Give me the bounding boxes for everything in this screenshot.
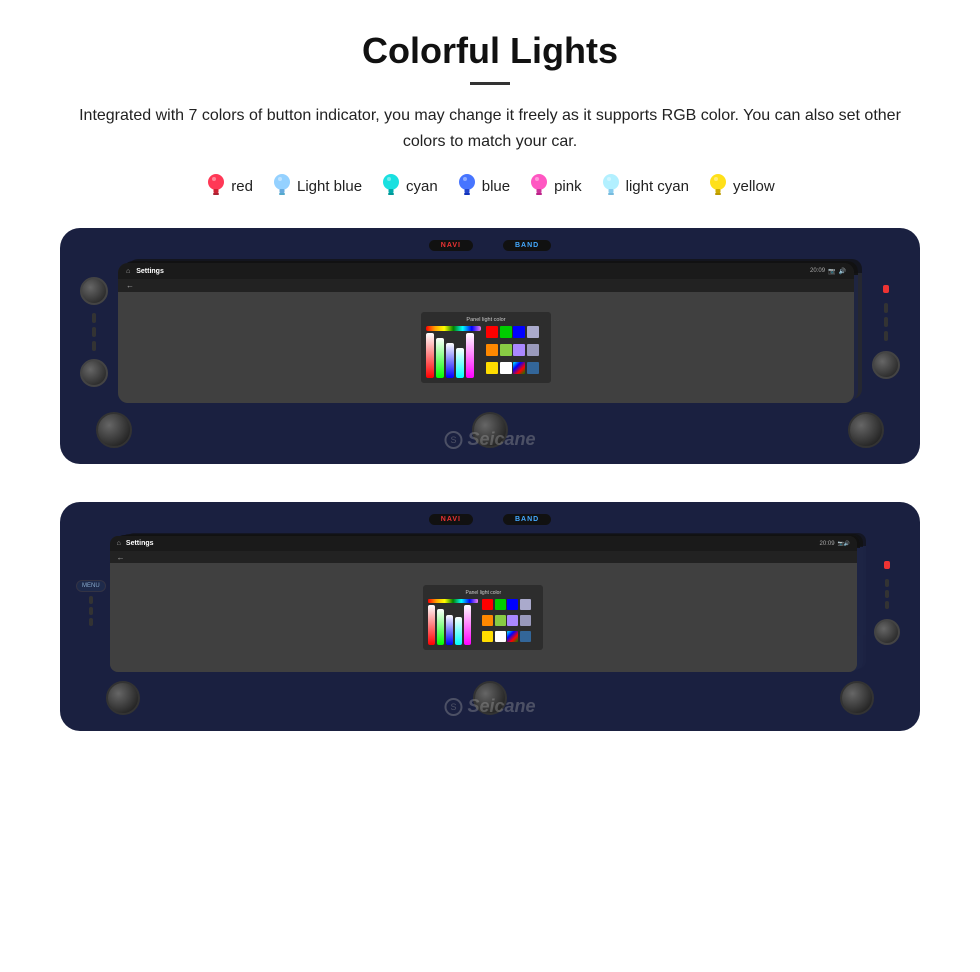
devices-section: NAVI BAND — [40, 228, 940, 731]
red-label: red — [231, 178, 253, 195]
settings-title-1: Settings — [136, 268, 164, 275]
watermark-2: S Seicane — [444, 696, 535, 717]
right-knob-2[interactable] — [874, 619, 900, 645]
pink-label: pink — [554, 178, 582, 195]
right-button-2[interactable] — [884, 317, 888, 327]
bar-magenta-2 — [464, 605, 471, 645]
right2-btn2[interactable] — [885, 590, 889, 598]
navi-button-2: NAVI — [429, 514, 473, 525]
right-button-1[interactable] — [884, 303, 888, 313]
watermark-1: S Seicane — [444, 429, 535, 450]
lightblue-bulb-icon — [271, 172, 293, 200]
left-knob-2[interactable] — [80, 359, 108, 387]
pink-bulb-icon — [528, 172, 550, 200]
right-indicator-1 — [883, 285, 889, 293]
title-divider — [470, 82, 510, 85]
right2-btn3[interactable] — [885, 601, 889, 609]
lightblue-label: Light blue — [297, 178, 362, 195]
left-button-2[interactable] — [92, 327, 96, 337]
color-item-lightblue: Light blue — [271, 172, 362, 200]
time-display-2: 20:09 — [820, 541, 835, 547]
left-button-1[interactable] — [92, 313, 96, 323]
settings-title-2: Settings — [126, 540, 154, 547]
lightcyan-label: light cyan — [626, 178, 689, 195]
left2-btn3[interactable] — [89, 618, 93, 626]
panel-title-1: Panel light color — [426, 317, 546, 323]
rainbow-bar-1 — [426, 326, 481, 331]
band-button: BAND — [503, 240, 551, 251]
cyan-bulb-icon — [380, 172, 402, 200]
color-item-lightcyan: light cyan — [600, 172, 689, 200]
yellow-bulb-icon — [707, 172, 729, 200]
red-bulb-icon — [205, 172, 227, 200]
device-unit-2: NAVI BAND MENU — [60, 502, 920, 731]
bottom-knob-left-2[interactable] — [106, 681, 140, 715]
right-indicator-2 — [884, 561, 890, 569]
left2-btn1[interactable] — [89, 596, 93, 604]
bar-cyan-1 — [456, 348, 464, 378]
lightcyan-bulb-icon — [600, 172, 622, 200]
bar-magenta-1 — [466, 333, 474, 378]
bar-blue-2 — [446, 615, 453, 645]
back-arrow-2[interactable]: ← — [117, 553, 125, 562]
blue-label: blue — [482, 178, 510, 195]
panel-title-2: Panel light color — [428, 590, 538, 596]
bar-red-1 — [426, 333, 434, 378]
left-button-3[interactable] — [92, 341, 96, 351]
right-knob-1[interactable] — [872, 351, 900, 379]
color-item-red: red — [205, 172, 253, 200]
colors-row: red Light blue cyan — [40, 172, 940, 200]
menu-button-2[interactable]: MENU — [76, 580, 106, 592]
back-arrow-1[interactable]: ← — [126, 281, 134, 290]
description-text: Integrated with 7 colors of button indic… — [60, 103, 920, 154]
bottom-knob-right-2[interactable] — [840, 681, 874, 715]
right2-btn1[interactable] — [885, 579, 889, 587]
bar-green-2 — [437, 609, 444, 645]
rainbow-bar-2 — [428, 599, 478, 603]
page-title: Colorful Lights — [40, 30, 940, 72]
right-button-3[interactable] — [884, 331, 888, 341]
cyan-label: cyan — [406, 178, 438, 195]
yellow-label: yellow — [733, 178, 775, 195]
bar-red-2 — [428, 605, 435, 645]
bar-cyan-2 — [455, 617, 462, 645]
device-unit-1: NAVI BAND — [60, 228, 920, 464]
color-item-pink: pink — [528, 172, 582, 200]
left2-btn2[interactable] — [89, 607, 93, 615]
left-knob-1[interactable] — [80, 277, 108, 305]
bottom-knob-left-1[interactable] — [96, 412, 132, 448]
color-item-yellow: yellow — [707, 172, 775, 200]
navi-button: NAVI — [429, 240, 473, 251]
blue-bulb-icon — [456, 172, 478, 200]
band-button-2: BAND — [503, 514, 551, 525]
color-item-blue: blue — [456, 172, 510, 200]
bottom-knob-right-1[interactable] — [848, 412, 884, 448]
color-item-cyan: cyan — [380, 172, 438, 200]
time-display-1: 20:09 — [810, 268, 825, 274]
bar-green-1 — [436, 338, 444, 378]
bar-blue-1 — [446, 343, 454, 378]
page-wrapper: Colorful Lights Integrated with 7 colors… — [0, 0, 980, 771]
